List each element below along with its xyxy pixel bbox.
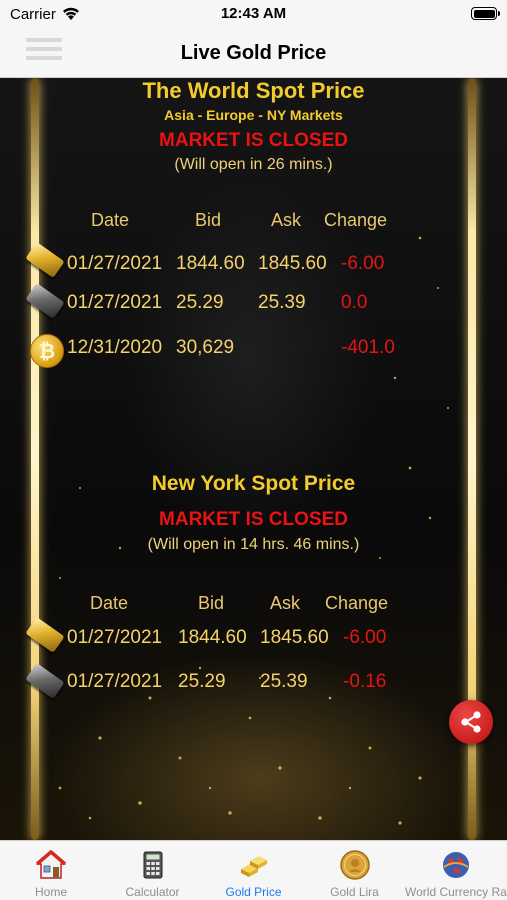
- newyork-market-status: MARKET IS CLOSED: [159, 509, 348, 530]
- newyork-gold-ask: 1845.60: [260, 627, 329, 648]
- world-bitcoin-date: 12/31/2020: [67, 337, 163, 358]
- bitcoin-icon: ₿: [30, 334, 64, 368]
- status-bar: Carrier 12:43 AM: [0, 0, 507, 30]
- newyork-spot-price-title: New York Spot Price: [151, 472, 356, 495]
- world-market-status: MARKET IS CLOSED: [159, 130, 348, 151]
- tab-label-gold-lira: Gold Lira: [330, 885, 379, 899]
- world-header-date: Date: [91, 210, 130, 230]
- world-gold-bid: 1844.60: [176, 253, 245, 274]
- world-gold-ask: 1845.60: [258, 253, 327, 274]
- battery-icon: [471, 7, 500, 20]
- page-title: Live Gold Price: [180, 42, 327, 64]
- price-content[interactable]: The World Spot Price Asia - Europe - NY …: [0, 78, 507, 840]
- gold-bars-icon: [240, 856, 267, 877]
- world-silver-date: 01/27/2021: [67, 292, 163, 313]
- world-gold-change: -6.00: [341, 253, 385, 274]
- newyork-silver-bid: 25.29: [178, 671, 226, 692]
- world-spot-price-title: The World Spot Price: [142, 78, 365, 103]
- world-silver-ask: 25.39: [258, 292, 306, 313]
- newyork-silver-date: 01/27/2021: [67, 671, 163, 692]
- tab-bar: Home Calculator Gold Price Gold Lira Wor…: [0, 840, 507, 900]
- world-silver-bid: 25.29: [176, 292, 224, 313]
- newyork-header-bid: Bid: [198, 593, 225, 613]
- world-bitcoin-bid: 30,629: [176, 337, 235, 358]
- currency-globe-icon: [443, 852, 469, 878]
- world-silver-change: 0.0: [341, 292, 368, 313]
- world-open-countdown: (Will open in 26 mins.): [174, 156, 333, 173]
- tab-label-home: Home: [34, 885, 67, 899]
- tab-gold-price[interactable]: Gold Price: [203, 841, 304, 900]
- left-gold-light-beam: [31, 78, 39, 840]
- world-header-change: Change: [324, 210, 388, 230]
- world-bitcoin-change: -401.0: [341, 337, 395, 358]
- tab-label-calculator: Calculator: [125, 885, 180, 899]
- newyork-silver-ask: 25.39: [260, 671, 308, 692]
- newyork-gold-change: -6.00: [343, 627, 387, 648]
- tab-label-gold-price: Gold Price: [225, 885, 282, 899]
- newyork-gold-bid: 1844.60: [178, 627, 247, 648]
- newyork-header-change: Change: [325, 593, 389, 613]
- world-markets-subtitle: Asia - Europe - NY Markets: [164, 107, 343, 123]
- world-header-ask: Ask: [271, 210, 302, 230]
- newyork-gold-date: 01/27/2021: [67, 627, 163, 648]
- newyork-open-countdown: (Will open in 14 hrs. 46 mins.): [147, 536, 360, 553]
- tab-home[interactable]: Home: [0, 841, 102, 900]
- share-icon: [461, 711, 481, 733]
- gold-coin-icon: [339, 850, 370, 880]
- world-gold-date: 01/27/2021: [67, 253, 163, 274]
- world-header-bid: Bid: [195, 210, 222, 230]
- clock: 12:43 AM: [220, 5, 287, 22]
- newyork-header-date: Date: [90, 593, 129, 613]
- newyork-header-ask: Ask: [270, 593, 301, 613]
- tab-world-currency-rates[interactable]: World Currency Rates: [405, 841, 507, 900]
- home-icon: [35, 850, 67, 879]
- share-button[interactable]: [449, 700, 493, 744]
- tab-calculator[interactable]: Calculator: [102, 841, 203, 900]
- gold-dust-background: [58, 236, 472, 825]
- newyork-silver-change: -0.16: [343, 671, 387, 692]
- navigation-bar: Live Gold Price: [0, 30, 507, 78]
- tab-label-world-currency-rates: World Currency Rates: [405, 885, 507, 899]
- tab-gold-lira[interactable]: Gold Lira: [304, 841, 405, 900]
- calculator-icon: [143, 851, 162, 879]
